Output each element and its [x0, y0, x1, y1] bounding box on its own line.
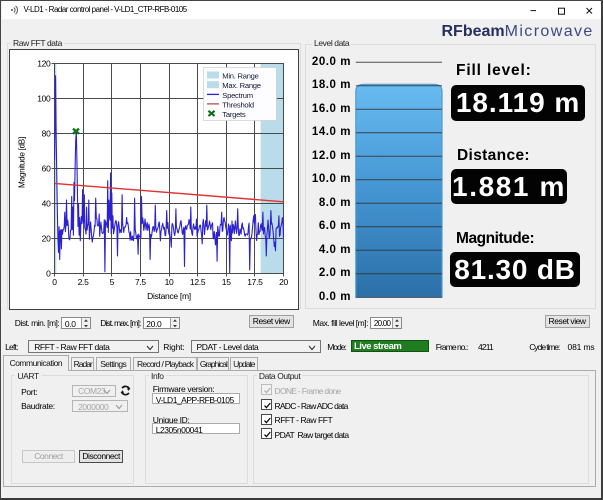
- svg-text:Min. Range: Min. Range: [222, 71, 258, 80]
- svg-text:Magnitude [dB]: Magnitude [dB]: [17, 137, 26, 188]
- svg-text:10: 10: [164, 277, 173, 287]
- svg-text:60: 60: [41, 163, 50, 173]
- svg-text:80: 80: [41, 128, 50, 138]
- svg-text:5: 5: [109, 277, 114, 287]
- svg-text:2.5: 2.5: [77, 277, 88, 287]
- svg-text:100: 100: [37, 93, 51, 103]
- svg-text:0: 0: [52, 277, 57, 287]
- svg-text:Threshold: Threshold: [222, 100, 254, 109]
- svg-text:Spectrum: Spectrum: [222, 90, 253, 99]
- svg-text:20: 20: [41, 233, 50, 243]
- svg-text:Max. Range: Max. Range: [222, 81, 260, 90]
- svg-text:20: 20: [279, 277, 288, 287]
- svg-text:0: 0: [46, 268, 51, 278]
- svg-text:Targets: Targets: [222, 110, 246, 119]
- svg-text:15: 15: [221, 277, 230, 287]
- svg-text:7.5: 7.5: [134, 277, 145, 287]
- svg-text:12.5: 12.5: [189, 277, 205, 287]
- svg-text:40: 40: [41, 198, 50, 208]
- svg-text:Distance [m]: Distance [m]: [147, 290, 191, 300]
- svg-text:120: 120: [37, 58, 51, 68]
- svg-text:17.5: 17.5: [247, 277, 263, 287]
